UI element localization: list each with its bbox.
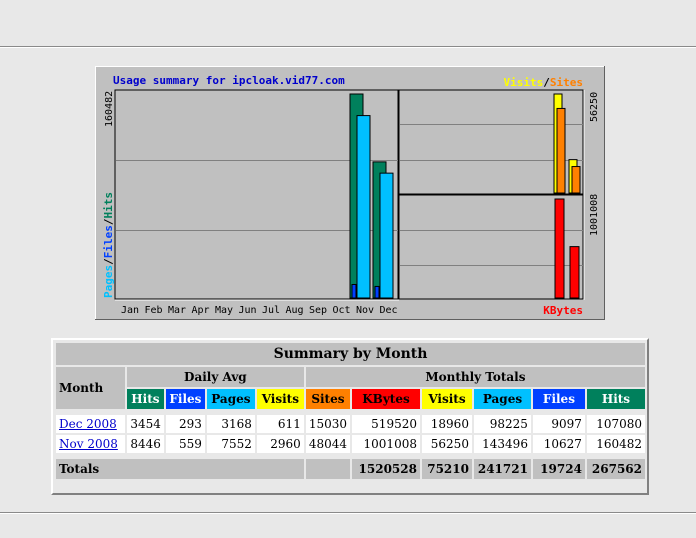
summary-table: Summary by Month Month Daily Avg Monthly… [54,341,647,481]
month-label: Nov [356,305,374,316]
table-row: Nov 2008 8446 559 7552 2960 48044 1001008 56250… [56,435,645,453]
month-link[interactable]: Dec 2008 [59,417,117,431]
month-label: Jan [121,305,139,316]
value-cell: 519520 [352,415,420,433]
total-files: 19724 [532,459,585,479]
total-visits: 75210 [421,459,472,479]
value-cell: 1001008 [352,435,420,453]
monthly-col-hits: Hits [586,389,645,409]
kbytes-axis-max: 1001008 [589,194,600,236]
daily-col-pages: Pages [206,389,255,409]
monthly-col-visits: Visits [421,389,472,409]
month-header: Month [56,367,125,409]
value-cell: 7552 [206,435,255,453]
value-cell: 107080 [586,415,645,433]
value-cell: 3168 [206,415,255,433]
monthly-col-sites: Sites [305,389,351,409]
totals-row: Totals 1520528 75210 241721 19724 267562 [56,459,645,479]
kbytes-bar-dec [569,246,580,299]
month-label: Sep [309,305,327,316]
total-pages: 241721 [473,459,531,479]
monthly-col-kbytes: KBytes [352,389,420,409]
bottom-separator [0,512,696,514]
month-label: Apr [192,305,210,316]
value-cell: 143496 [473,435,531,453]
totals-label: Totals [56,459,304,479]
value-cell: 3454 [126,415,164,433]
sites-bar-nov [556,107,566,194]
month-label: Oct [333,305,351,316]
value-cell: 48044 [305,435,351,453]
month-cell: Dec 2008 [56,415,125,433]
kbytes-legend: KBytes [543,304,583,317]
hits-axis-max: 160482 [104,91,115,127]
daily-col-visits: Visits [256,389,304,409]
month-label: Jul [262,305,280,316]
daily-col-hits: Hits [126,389,164,409]
kbytes-bar-nov [554,198,565,299]
value-cell: 293 [165,415,205,433]
legend-pages: Pages [102,265,115,298]
month-cell: Nov 2008 [56,435,125,453]
value-cell: 559 [165,435,205,453]
month-label: Aug [286,305,304,316]
month-link[interactable]: Nov 2008 [59,437,118,451]
daily-avg-header: Daily Avg [126,367,304,387]
sites-bar-dec [571,166,581,194]
legend-files: Files [102,225,115,258]
value-cell: 9097 [532,415,585,433]
month-label: Dec [380,305,398,316]
summary-by-month: Summary by Month Month Daily Avg Monthly… [51,338,649,495]
value-cell: 18960 [421,415,472,433]
pages-bar-dec [379,172,394,299]
visits-axis-max: 56250 [589,92,600,122]
monthly-col-pages: Pages [473,389,531,409]
value-cell: 8446 [126,435,164,453]
value-cell: 160482 [586,435,645,453]
value-cell: 10627 [532,435,585,453]
usage-graph: Usage summary for ipcloak.vid77.com Page… [95,66,605,320]
top-separator [0,46,696,48]
daily-col-files: Files [165,389,205,409]
value-cell: 15030 [305,415,351,433]
total-kbytes: 1520528 [352,459,420,479]
monthly-totals-header: Monthly Totals [305,367,645,387]
files-bar-nov [351,283,357,299]
table-row: Dec 2008 3454 293 3168 611 15030 519520 18960 98… [56,415,645,433]
legend-hits: Hits [102,192,115,219]
value-cell: 98225 [473,415,531,433]
total-hits: 267562 [586,459,645,479]
value-cell: 611 [256,415,304,433]
monthly-col-files: Files [532,389,585,409]
summary-caption: Summary by Month [56,343,645,365]
graph-title: Usage summary for ipcloak.vid77.com [113,74,345,87]
files-bar-dec [374,285,380,299]
left-axis-legend: Pages/Files/Hits [102,192,115,298]
month-label: May [215,305,233,316]
value-cell: 2960 [256,435,304,453]
visits-sites-legend: Visits/Sites [504,76,584,89]
month-label: Feb [145,305,163,316]
month-label: Jun [239,305,257,316]
value-cell: 56250 [421,435,472,453]
month-label: Mar [168,305,186,316]
totals-empty-cell [305,459,351,479]
pages-bar-nov [356,115,371,299]
